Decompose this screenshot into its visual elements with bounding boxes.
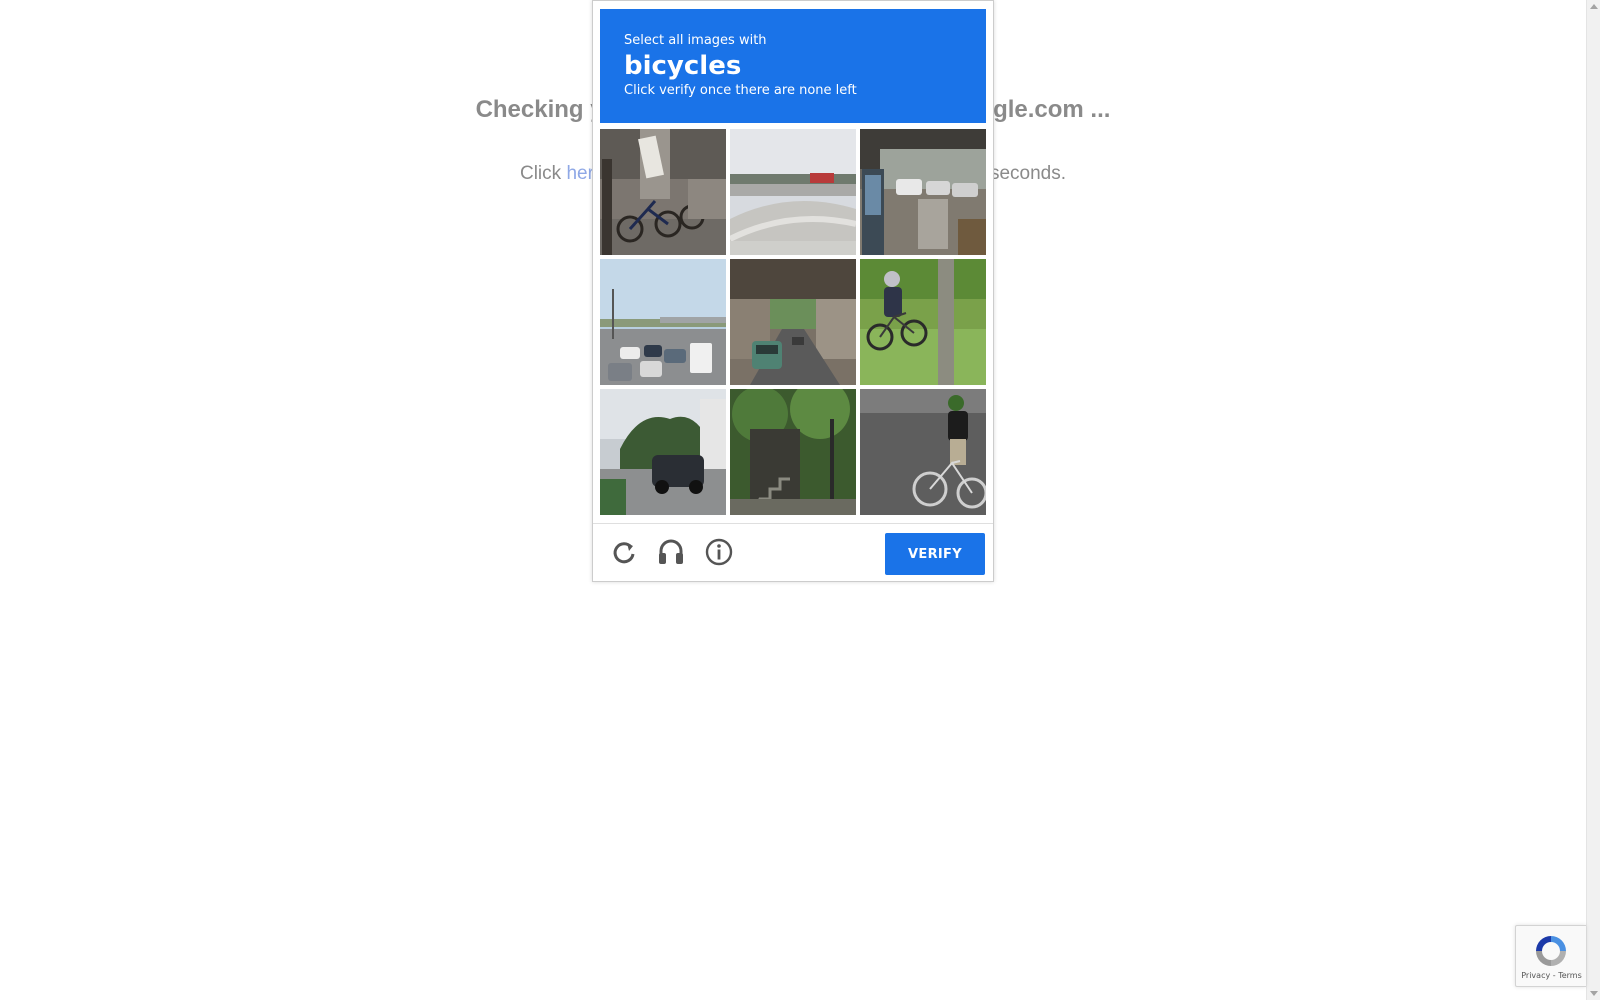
captcha-instruction: Select all images with	[624, 33, 767, 48]
captcha-tile-2[interactable]	[730, 129, 856, 255]
captcha-hint: Click verify once there are none left	[624, 83, 857, 98]
captcha-header: Select all images with bicycles Click ve…	[600, 9, 986, 123]
captcha-tile-5[interactable]	[730, 259, 856, 385]
verify-button[interactable]: VERIFY	[885, 533, 985, 575]
captcha-keyword: bicycles	[624, 51, 742, 81]
badge-separator: -	[1550, 971, 1559, 980]
reload-icon[interactable]	[609, 537, 639, 567]
vertical-scrollbar[interactable]	[1586, 0, 1600, 1000]
captcha-image-grid	[600, 129, 986, 515]
captcha-tile-7[interactable]	[600, 389, 726, 515]
headphones-icon[interactable]	[656, 537, 686, 567]
scroll-down-arrow-icon[interactable]	[1590, 991, 1598, 996]
badge-links: Privacy - Terms	[1516, 971, 1587, 980]
captcha-tile-1[interactable]	[600, 129, 726, 255]
scroll-up-arrow-icon[interactable]	[1590, 4, 1598, 9]
captcha-footer: VERIFY	[593, 523, 993, 581]
captcha-tile-8[interactable]	[730, 389, 856, 515]
redirect-text-before: Click	[519, 163, 567, 184]
captcha-tile-6[interactable]	[860, 259, 986, 385]
captcha-dialog: Select all images with bicycles Click ve…	[592, 0, 994, 582]
captcha-tile-9[interactable]	[860, 389, 986, 515]
info-icon[interactable]	[704, 537, 734, 567]
terms-link[interactable]: Terms	[1558, 971, 1582, 980]
captcha-tile-4[interactable]	[600, 259, 726, 385]
recaptcha-badge[interactable]: Privacy - Terms	[1515, 925, 1586, 987]
captcha-tile-3[interactable]	[860, 129, 986, 255]
privacy-link[interactable]: Privacy	[1521, 971, 1550, 980]
recaptcha-logo-icon	[1536, 936, 1566, 966]
